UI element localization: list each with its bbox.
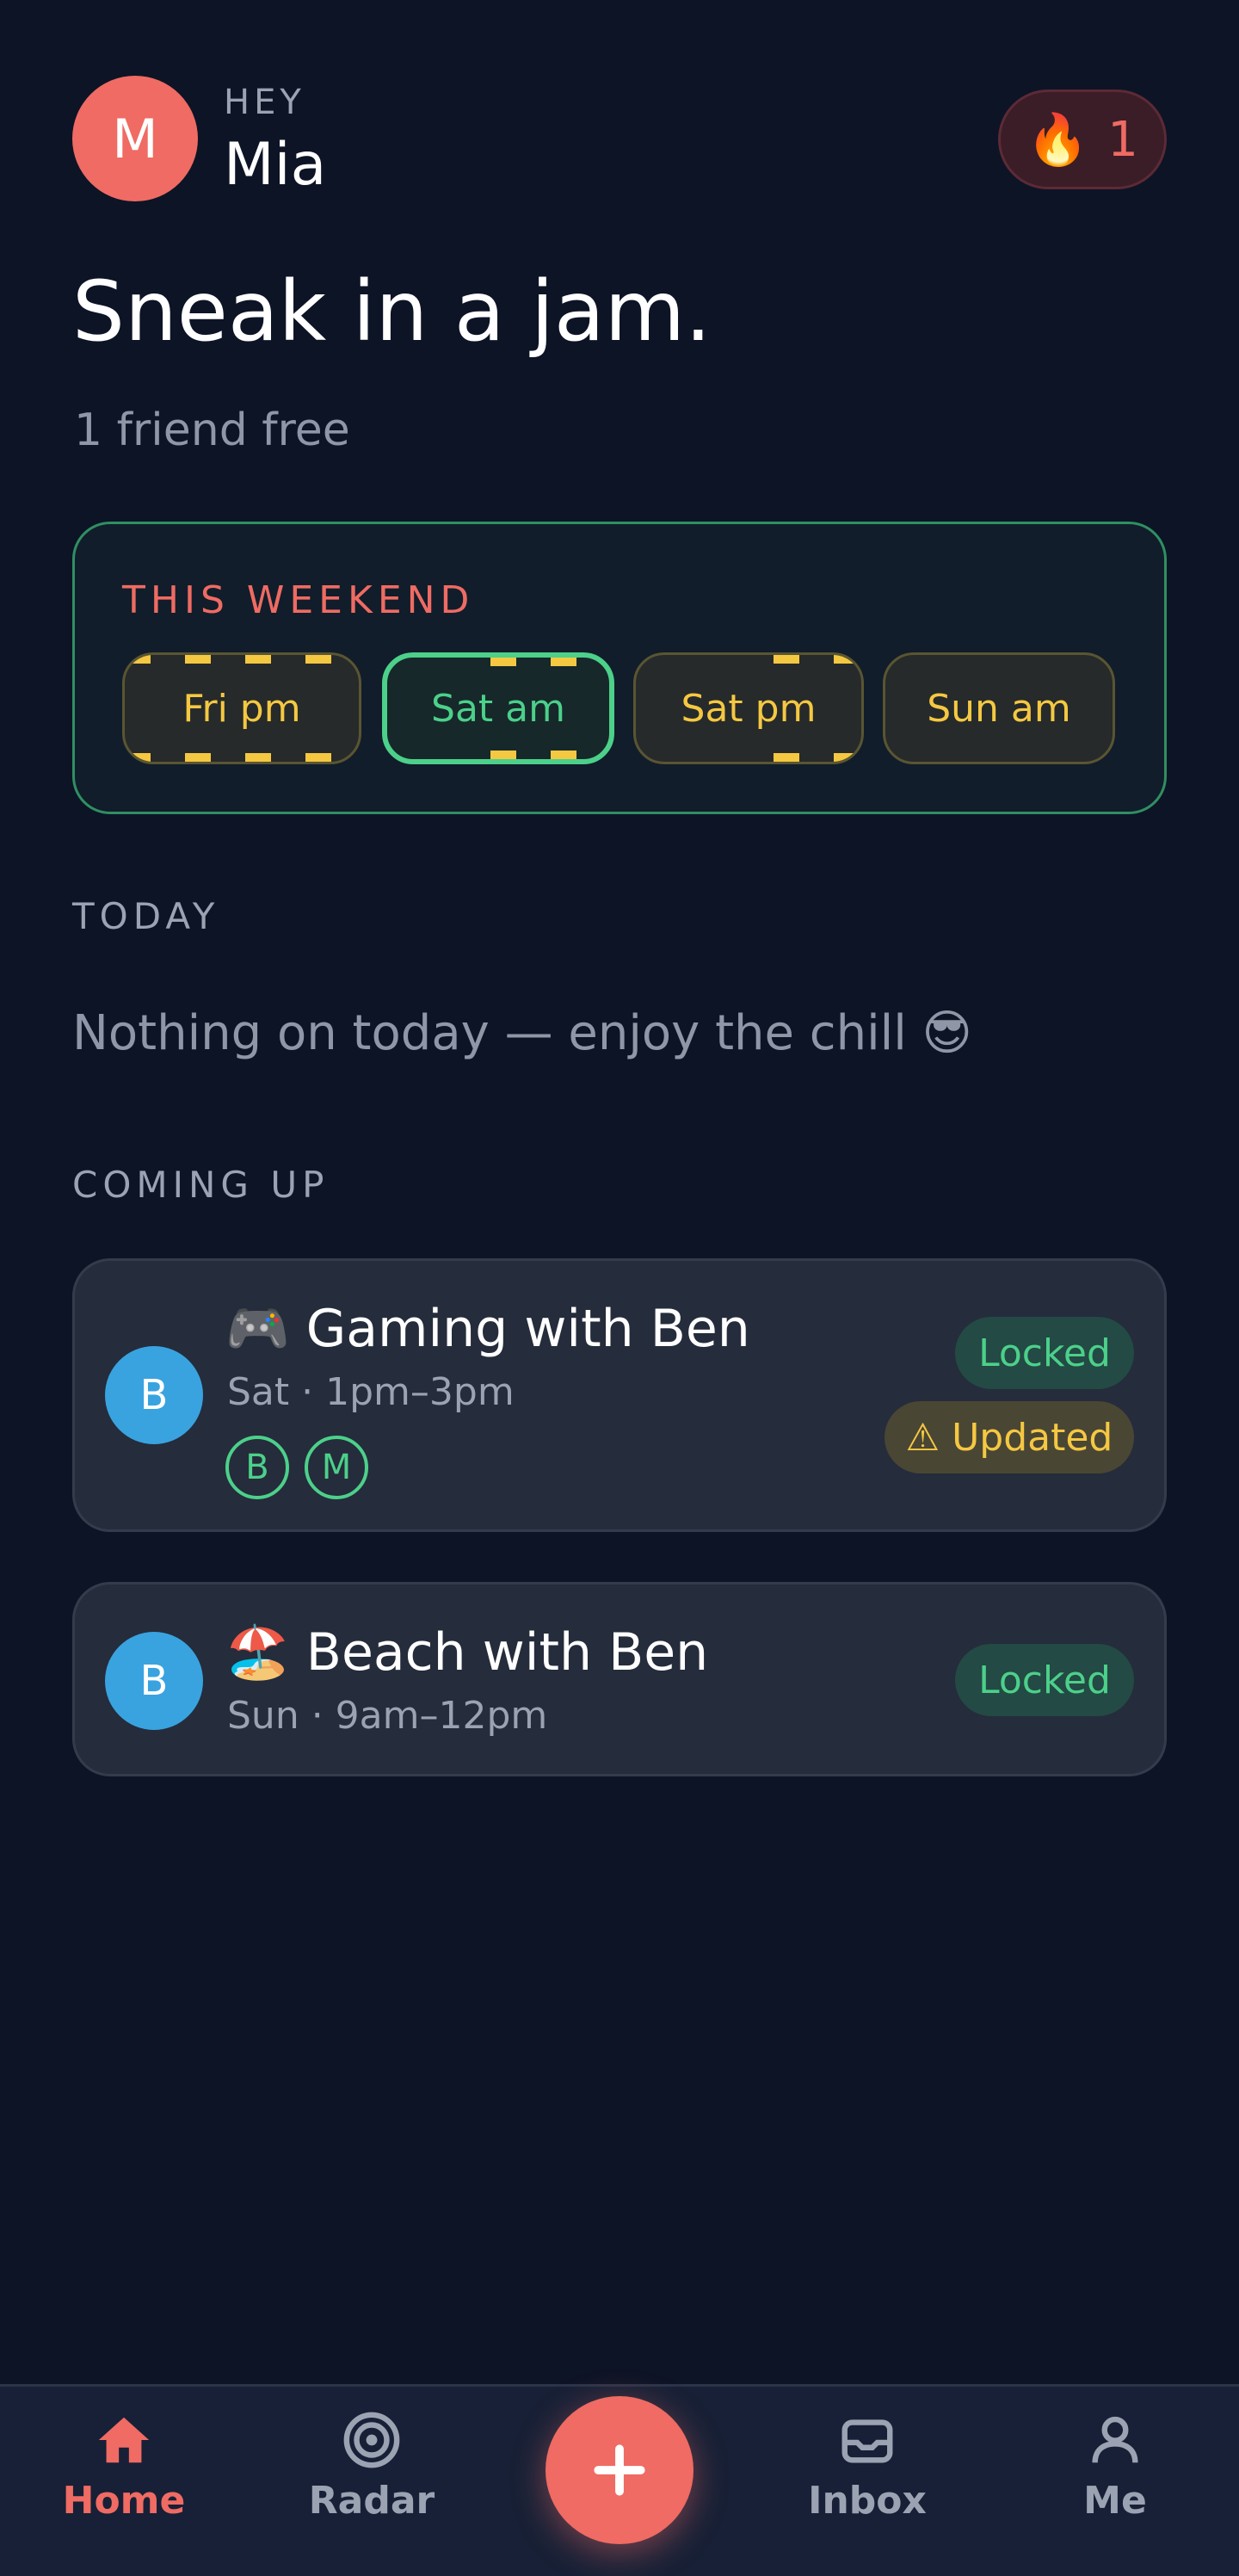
slot-label: Fri pm bbox=[182, 686, 301, 731]
participant-avatar: M bbox=[305, 1436, 368, 1499]
slot-sun-am[interactable]: Sun am bbox=[883, 652, 1115, 764]
tentative-marker-bottom bbox=[774, 753, 861, 762]
inbox-icon bbox=[841, 2419, 893, 2463]
nav-label: Inbox bbox=[808, 2479, 927, 2523]
plus-icon bbox=[594, 2444, 645, 2496]
event-time: Sat · 1pm–3pm bbox=[227, 1370, 515, 1414]
slot-label: Sat pm bbox=[681, 686, 817, 731]
free-friends-count: 1 friend free bbox=[74, 405, 350, 456]
event-title: 🏖️ Beach with Ben bbox=[225, 1622, 709, 1683]
streak-count: 1 bbox=[1107, 111, 1138, 168]
tentative-marker-bottom bbox=[125, 753, 359, 762]
nav-home[interactable]: Home bbox=[38, 2410, 210, 2523]
slot-fri-pm[interactable]: Fri pm bbox=[122, 652, 361, 764]
slot-label: Sun am bbox=[927, 686, 1071, 731]
coming-up-section-label: COMING UP bbox=[72, 1164, 330, 1206]
slot-sat-am[interactable]: Sat am bbox=[382, 652, 614, 764]
greeting-label: HEY bbox=[224, 83, 305, 122]
nav-label: Me bbox=[1083, 2479, 1147, 2523]
status-badge-locked: Locked bbox=[955, 1317, 1134, 1389]
person-icon bbox=[1092, 2416, 1138, 2463]
participant-avatar: B bbox=[225, 1436, 289, 1499]
nav-radar[interactable]: Radar bbox=[286, 2410, 458, 2523]
home-icon bbox=[98, 2417, 150, 2463]
user-name: Mia bbox=[224, 131, 327, 199]
event-time: Sun · 9am–12pm bbox=[227, 1694, 548, 1738]
user-avatar[interactable]: M bbox=[72, 76, 198, 201]
event-host-avatar: B bbox=[105, 1632, 203, 1730]
nav-inbox[interactable]: Inbox bbox=[781, 2410, 953, 2523]
nav-label: Radar bbox=[308, 2479, 435, 2523]
today-empty-state: Nothing on today — enjoy the chill 😎 bbox=[72, 1005, 972, 1061]
tentative-marker-top bbox=[774, 655, 861, 664]
slot-sat-pm[interactable]: Sat pm bbox=[633, 652, 864, 764]
tentative-marker-bottom bbox=[490, 751, 592, 759]
status-badge-locked: Locked bbox=[955, 1644, 1134, 1716]
tentative-marker-top bbox=[490, 658, 592, 666]
weekend-label: THIS WEEKEND bbox=[122, 578, 475, 622]
event-title: 🎮 Gaming with Ben bbox=[225, 1299, 750, 1359]
event-host-avatar: B bbox=[105, 1346, 203, 1444]
status-badge-updated[interactable]: ⚠ Updated bbox=[885, 1401, 1134, 1473]
slot-label: Sat am bbox=[431, 686, 565, 731]
today-section-label: TODAY bbox=[72, 895, 220, 937]
streak-badge[interactable]: 🔥 1 bbox=[998, 90, 1167, 189]
radar-icon bbox=[343, 2412, 400, 2468]
page-headline: Sneak in a jam. bbox=[72, 263, 712, 360]
tentative-marker-top bbox=[125, 655, 359, 664]
fire-icon: 🔥 bbox=[1026, 110, 1089, 169]
nav-label: Home bbox=[62, 2479, 186, 2523]
nav-me[interactable]: Me bbox=[1029, 2410, 1201, 2523]
create-plan-button[interactable] bbox=[546, 2396, 693, 2544]
